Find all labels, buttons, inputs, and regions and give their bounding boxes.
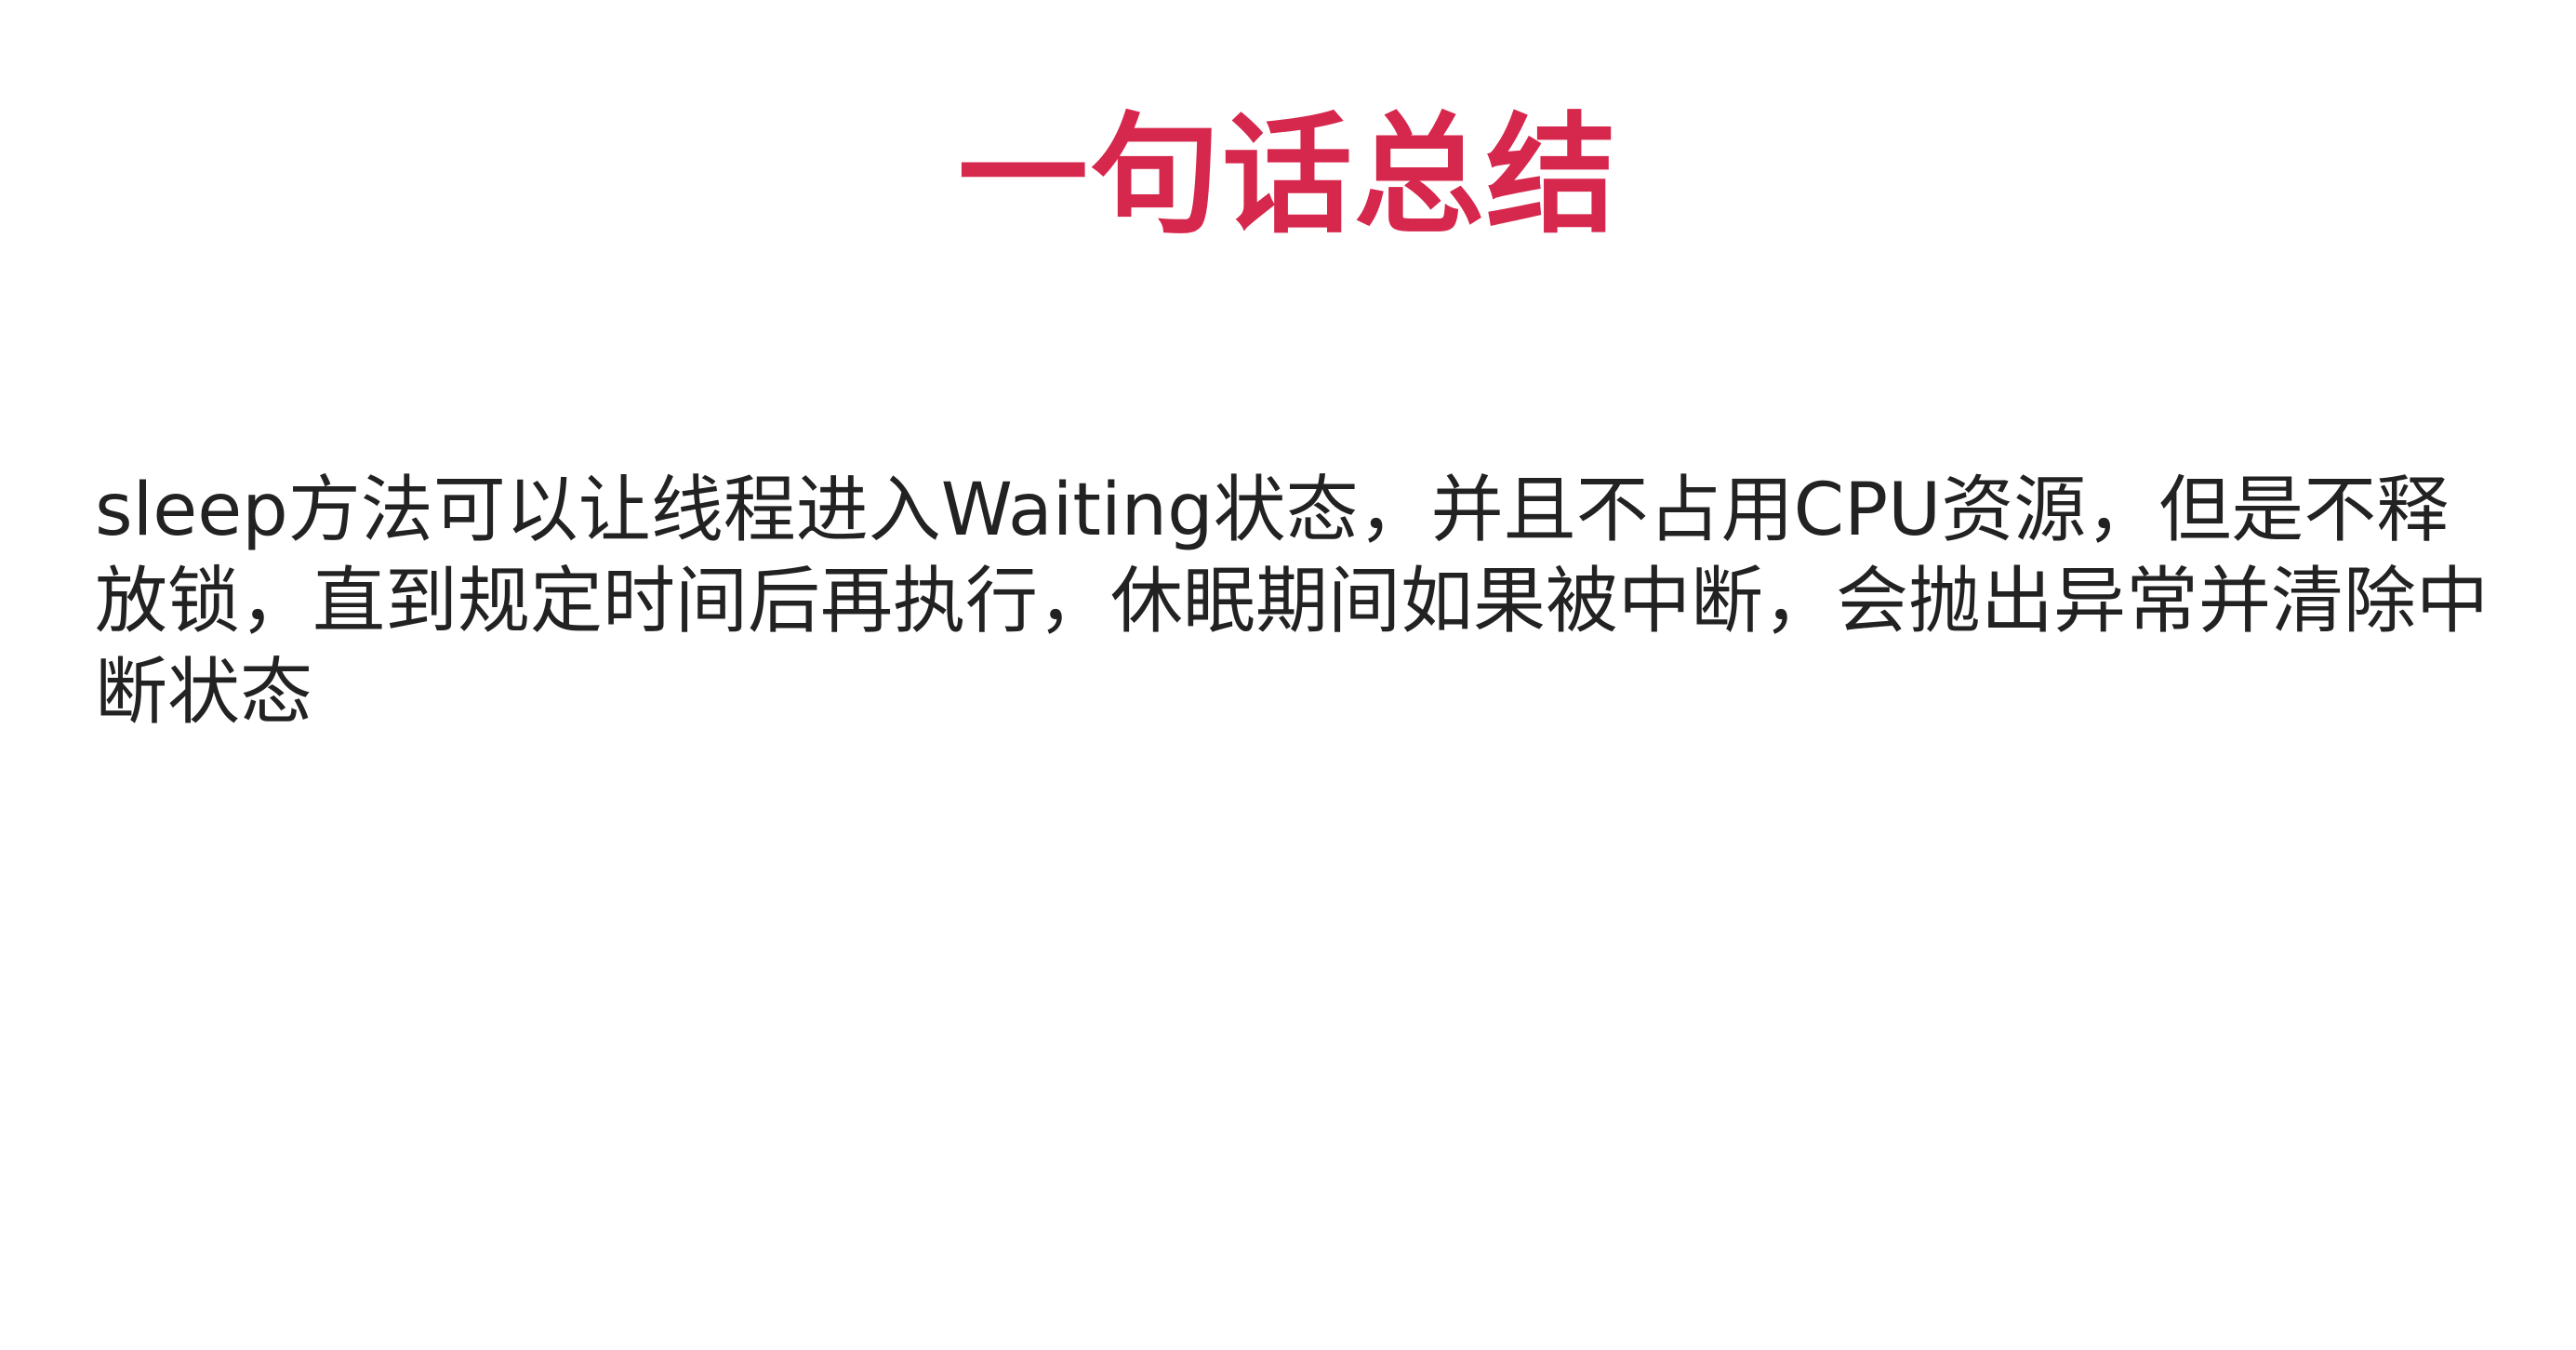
summary-text: sleep方法可以让线程进入Waiting状态，并且不占用CPU资源，但是不释放… [95,469,2490,735]
slide: 一句话总结 sleep方法可以让线程进入Waiting状态，并且不占用CPU资源… [0,0,2576,1350]
slide-title: 一句话总结 [957,100,1618,252]
